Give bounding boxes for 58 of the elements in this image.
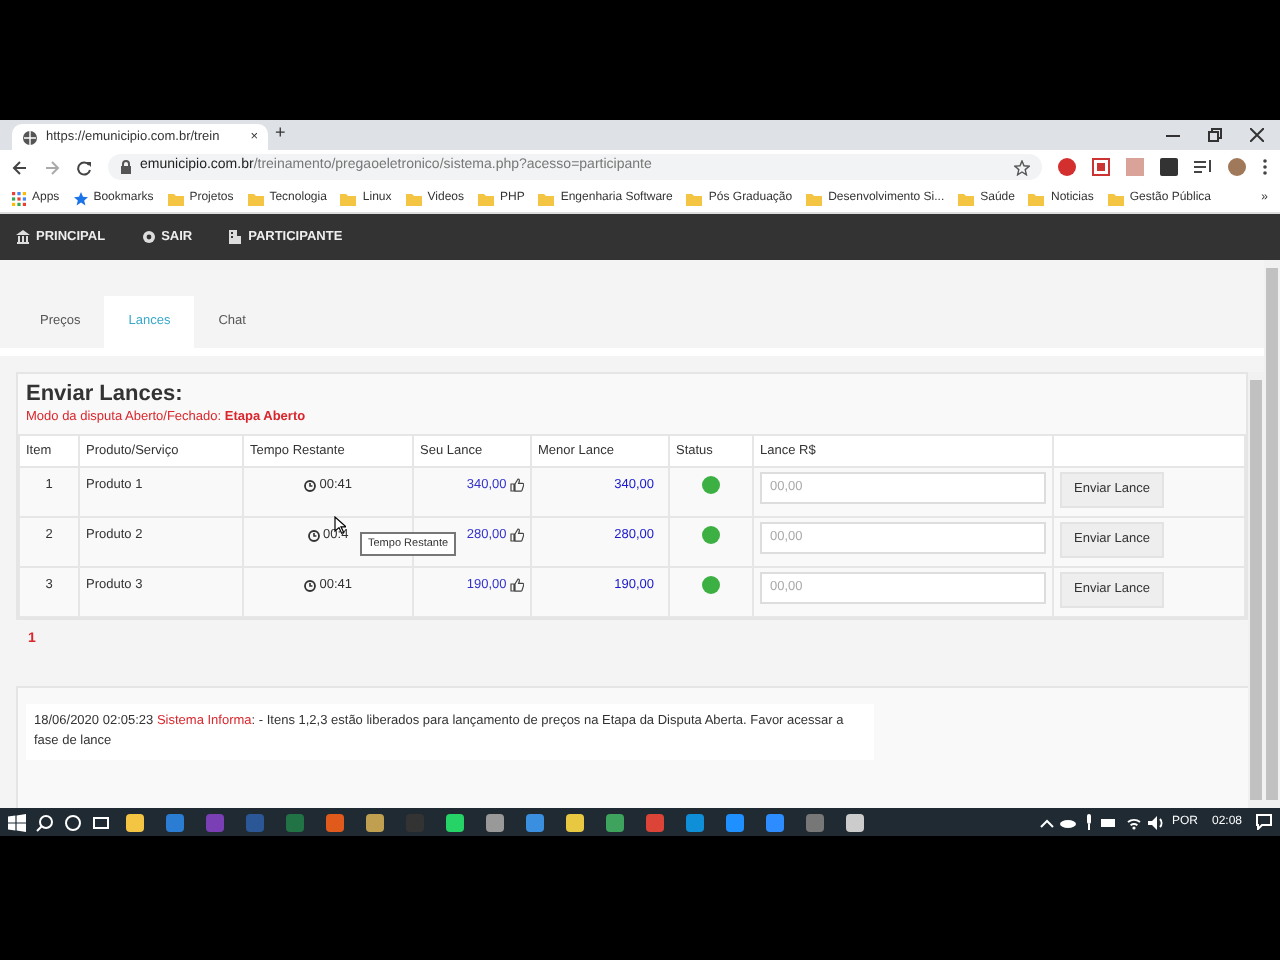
restore-icon[interactable] — [1208, 128, 1222, 142]
wifi-icon[interactable] — [1125, 815, 1142, 829]
folder-icon — [538, 191, 555, 205]
taskbar-app-icon[interactable] — [686, 813, 704, 831]
playlist-icon[interactable] — [1194, 158, 1212, 176]
clock-icon — [303, 579, 316, 592]
panel-title: Enviar Lances: — [24, 382, 185, 409]
lock-icon — [120, 160, 132, 174]
menu-icon[interactable] — [1262, 158, 1268, 176]
cloud-icon[interactable] — [1060, 817, 1077, 827]
battery-icon[interactable] — [1100, 817, 1119, 827]
clock-icon — [303, 479, 316, 492]
building-icon — [228, 230, 243, 244]
taskbar-app-icon[interactable] — [526, 813, 544, 831]
folder-icon — [167, 191, 184, 205]
folder-icon — [405, 191, 422, 205]
folder-icon — [686, 191, 703, 205]
taskbar-app-icon[interactable] — [126, 813, 144, 831]
folder-icon — [1107, 191, 1124, 205]
notification-icon[interactable] — [1256, 814, 1272, 830]
extension-icon[interactable] — [1092, 158, 1110, 176]
folder-icon — [958, 191, 975, 205]
clock-icon — [307, 529, 320, 542]
folder-icon — [340, 191, 357, 205]
folder-icon — [247, 191, 264, 205]
thumbs-up-icon — [510, 578, 524, 593]
star-icon — [73, 191, 88, 205]
folder-icon — [806, 191, 823, 205]
profile-avatar-icon[interactable] — [1228, 158, 1246, 176]
close-icon[interactable] — [1250, 128, 1264, 142]
folder-icon — [478, 191, 494, 205]
windows-start-icon[interactable] — [8, 813, 26, 831]
task-view-icon[interactable] — [92, 813, 110, 831]
taskbar-app-icon[interactable] — [726, 813, 744, 831]
taskbar-app-icon[interactable] — [606, 813, 624, 831]
taskbar-app-icon[interactable] — [766, 813, 784, 831]
speaker-icon[interactable] — [1148, 815, 1165, 829]
taskbar-app-icon[interactable] — [566, 813, 584, 831]
thumbs-up-icon — [510, 528, 524, 543]
microphone-icon[interactable] — [1083, 814, 1094, 830]
globe-icon — [22, 129, 38, 145]
star-icon[interactable] — [1014, 159, 1030, 175]
search-icon[interactable] — [36, 813, 54, 831]
apps-icon — [12, 191, 26, 205]
folder-icon — [1028, 191, 1045, 205]
taskbar-app-icon[interactable] — [446, 813, 464, 831]
bank-icon — [16, 230, 30, 244]
reload-icon[interactable] — [76, 159, 92, 175]
back-icon[interactable] — [12, 159, 28, 175]
taskbar-app-icon[interactable] — [366, 813, 384, 831]
taskbar-app-icon[interactable] — [326, 813, 344, 831]
gear-icon — [141, 230, 156, 244]
thumbs-up-icon — [510, 478, 524, 493]
taskbar-app-icon[interactable] — [486, 813, 504, 831]
cortana-icon[interactable] — [64, 813, 82, 831]
chevron-up-icon[interactable] — [1039, 817, 1054, 827]
new-tab-button[interactable]: + — [275, 119, 286, 147]
taskbar-app-icon[interactable] — [846, 813, 864, 831]
